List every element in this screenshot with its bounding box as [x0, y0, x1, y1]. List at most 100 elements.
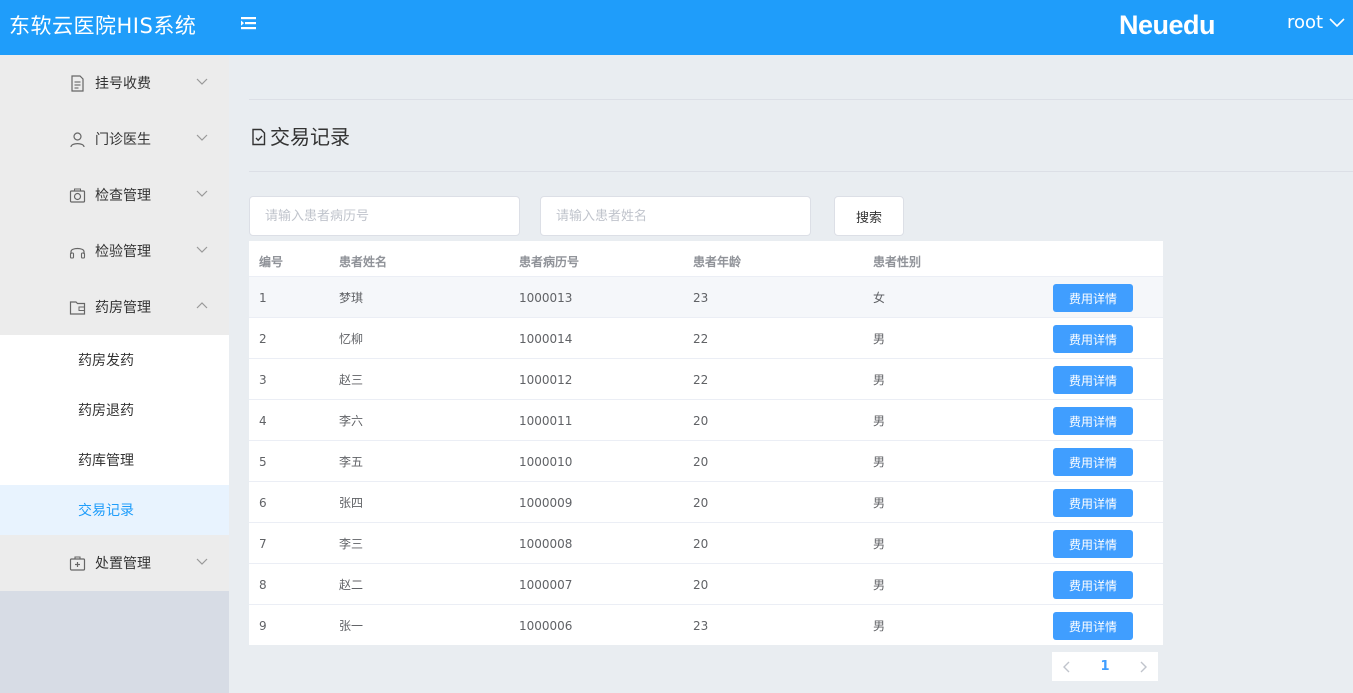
cell-name: 忆柳 — [339, 332, 364, 346]
chevron-up-icon — [196, 302, 208, 309]
pagination: 1 — [1052, 652, 1158, 681]
fee-details-button[interactable]: 费用详情 — [1053, 407, 1133, 435]
collapse-menu-icon[interactable] — [238, 14, 260, 34]
cell-record: 1000009 — [519, 496, 573, 510]
sidebar-item-label: 药库管理 — [78, 453, 134, 469]
sidebar-group-registration[interactable]: 挂号收费 — [0, 55, 229, 111]
cell-id: 1 — [259, 291, 267, 305]
cell-age: 20 — [693, 537, 709, 551]
cell-age: 23 — [693, 291, 709, 305]
fee-details-button[interactable]: 费用详情 — [1053, 530, 1133, 558]
sidebar-group-label: 药房管理 — [95, 300, 151, 316]
chevron-down-icon — [1329, 18, 1345, 28]
sidebar-group-examination[interactable]: 检查管理 — [0, 167, 229, 223]
wallet-icon — [69, 301, 86, 315]
sidebar-item-dispense[interactable]: 药房发药 — [0, 335, 229, 385]
sidebar-group-pharmacy[interactable]: 药房管理 — [0, 279, 229, 335]
column-header: 患者性别 — [873, 255, 922, 269]
sidebar-item-warehouse[interactable]: 药库管理 — [0, 435, 229, 485]
sidebar-item-return[interactable]: 药房退药 — [0, 385, 229, 435]
cell-record: 1000010 — [519, 455, 573, 469]
cell-gender: 男 — [873, 537, 886, 551]
cell-name: 李六 — [339, 414, 364, 428]
cell-age: 22 — [693, 373, 709, 387]
cell-gender: 男 — [873, 619, 886, 633]
cell-gender: 女 — [873, 291, 886, 305]
cell-age: 20 — [693, 414, 709, 428]
cell-record: 1000012 — [519, 373, 573, 387]
cell-gender: 男 — [873, 414, 886, 428]
cell-name: 赵二 — [339, 578, 364, 592]
user-name: root — [1287, 12, 1324, 33]
table-row: 5 李五 1000010 20 男 费用详情 — [249, 441, 1163, 482]
chevron-down-icon — [196, 558, 208, 565]
table-row: 2 忆柳 1000014 22 男 费用详情 — [249, 318, 1163, 359]
sidebar-group-label: 检验管理 — [95, 244, 151, 260]
search-button[interactable]: 搜索 — [834, 196, 904, 236]
chevron-down-icon — [196, 78, 208, 85]
patient-name-input[interactable] — [540, 196, 811, 236]
cell-name: 张一 — [339, 619, 364, 633]
cell-gender: 男 — [873, 332, 886, 346]
fee-details-button[interactable]: 费用详情 — [1053, 489, 1133, 517]
brand-logo: Neuedu — [1119, 10, 1216, 40]
fee-details-button[interactable]: 费用详情 — [1053, 366, 1133, 394]
chevron-down-icon — [196, 246, 208, 253]
cell-gender: 男 — [873, 373, 886, 387]
page-number[interactable]: 1 — [1090, 652, 1120, 681]
sidebar-group-treatment[interactable]: 处置管理 — [0, 535, 229, 591]
fee-details-button[interactable]: 费用详情 — [1053, 612, 1133, 640]
cell-id: 4 — [259, 414, 267, 428]
table-row: 9 张一 1000006 23 男 费用详情 — [249, 605, 1163, 646]
cell-name: 赵三 — [339, 373, 364, 387]
sidebar-item-transactions[interactable]: 交易记录 — [0, 485, 229, 535]
cell-record: 1000014 — [519, 332, 573, 346]
table-row: 8 赵二 1000007 20 男 费用详情 — [249, 564, 1163, 605]
cell-age: 20 — [693, 455, 709, 469]
column-header: 患者年龄 — [693, 255, 742, 269]
app-title: 东软云医院HIS系统 — [9, 14, 197, 38]
fee-details-button[interactable]: 费用详情 — [1053, 325, 1133, 353]
cell-name: 李三 — [339, 537, 364, 551]
table-row: 7 李三 1000008 20 男 费用详情 — [249, 523, 1163, 564]
cell-gender: 男 — [873, 578, 886, 592]
divider — [249, 99, 1353, 100]
sidebar-group-label: 门诊医生 — [95, 132, 151, 148]
chevron-left-icon[interactable] — [1052, 652, 1082, 681]
cell-age: 20 — [693, 496, 709, 510]
column-header: 患者病历号 — [519, 255, 580, 269]
sidebar-item-label: 药房退药 — [78, 403, 134, 419]
cell-id: 8 — [259, 578, 267, 592]
sidebar-group-outpatient-doctor[interactable]: 门诊医生 — [0, 111, 229, 167]
page-title-text: 交易记录 — [270, 125, 350, 149]
fee-details-button[interactable]: 费用详情 — [1053, 571, 1133, 599]
column-header: 编号 — [259, 255, 284, 269]
user-dropdown[interactable]: root — [1287, 11, 1345, 35]
chevron-right-icon[interactable] — [1128, 652, 1158, 681]
sidebar-item-label: 药房发药 — [78, 353, 134, 369]
cell-gender: 男 — [873, 455, 886, 469]
top-header: 东软云医院HIS系统 Neuedu root — [0, 0, 1353, 55]
sidebar-group-label: 处置管理 — [95, 556, 151, 572]
cell-name: 李五 — [339, 455, 364, 469]
record-number-input[interactable] — [249, 196, 520, 236]
divider — [249, 171, 1353, 172]
transaction-table: 编号 患者姓名 患者病历号 患者年龄 患者性别 1 梦琪 1000013 23 … — [249, 241, 1163, 645]
sidebar: 挂号收费 门诊医生 检查管理 检验管理 药房管理 药房发药 药房退药 药库管理 … — [0, 55, 229, 693]
cell-record: 1000011 — [519, 414, 573, 428]
sidebar-group-label: 挂号收费 — [95, 76, 151, 92]
table-row: 3 赵三 1000012 22 男 费用详情 — [249, 359, 1163, 400]
chevron-down-icon — [196, 190, 208, 197]
cell-id: 9 — [259, 619, 267, 633]
table-row: 1 梦琪 1000013 23 女 费用详情 — [249, 277, 1163, 318]
cell-id: 3 — [259, 373, 267, 387]
fee-details-button[interactable]: 费用详情 — [1053, 284, 1133, 312]
cell-id: 2 — [259, 332, 267, 346]
fee-details-button[interactable]: 费用详情 — [1053, 448, 1133, 476]
cell-record: 1000007 — [519, 578, 573, 592]
table-row: 4 李六 1000011 20 男 费用详情 — [249, 400, 1163, 441]
pharmacy-submenu: 药房发药 药房退药 药库管理 交易记录 — [0, 335, 229, 535]
page-title: 交易记录 — [250, 124, 350, 150]
sidebar-group-lab-test[interactable]: 检验管理 — [0, 223, 229, 279]
cell-record: 1000006 — [519, 619, 573, 633]
